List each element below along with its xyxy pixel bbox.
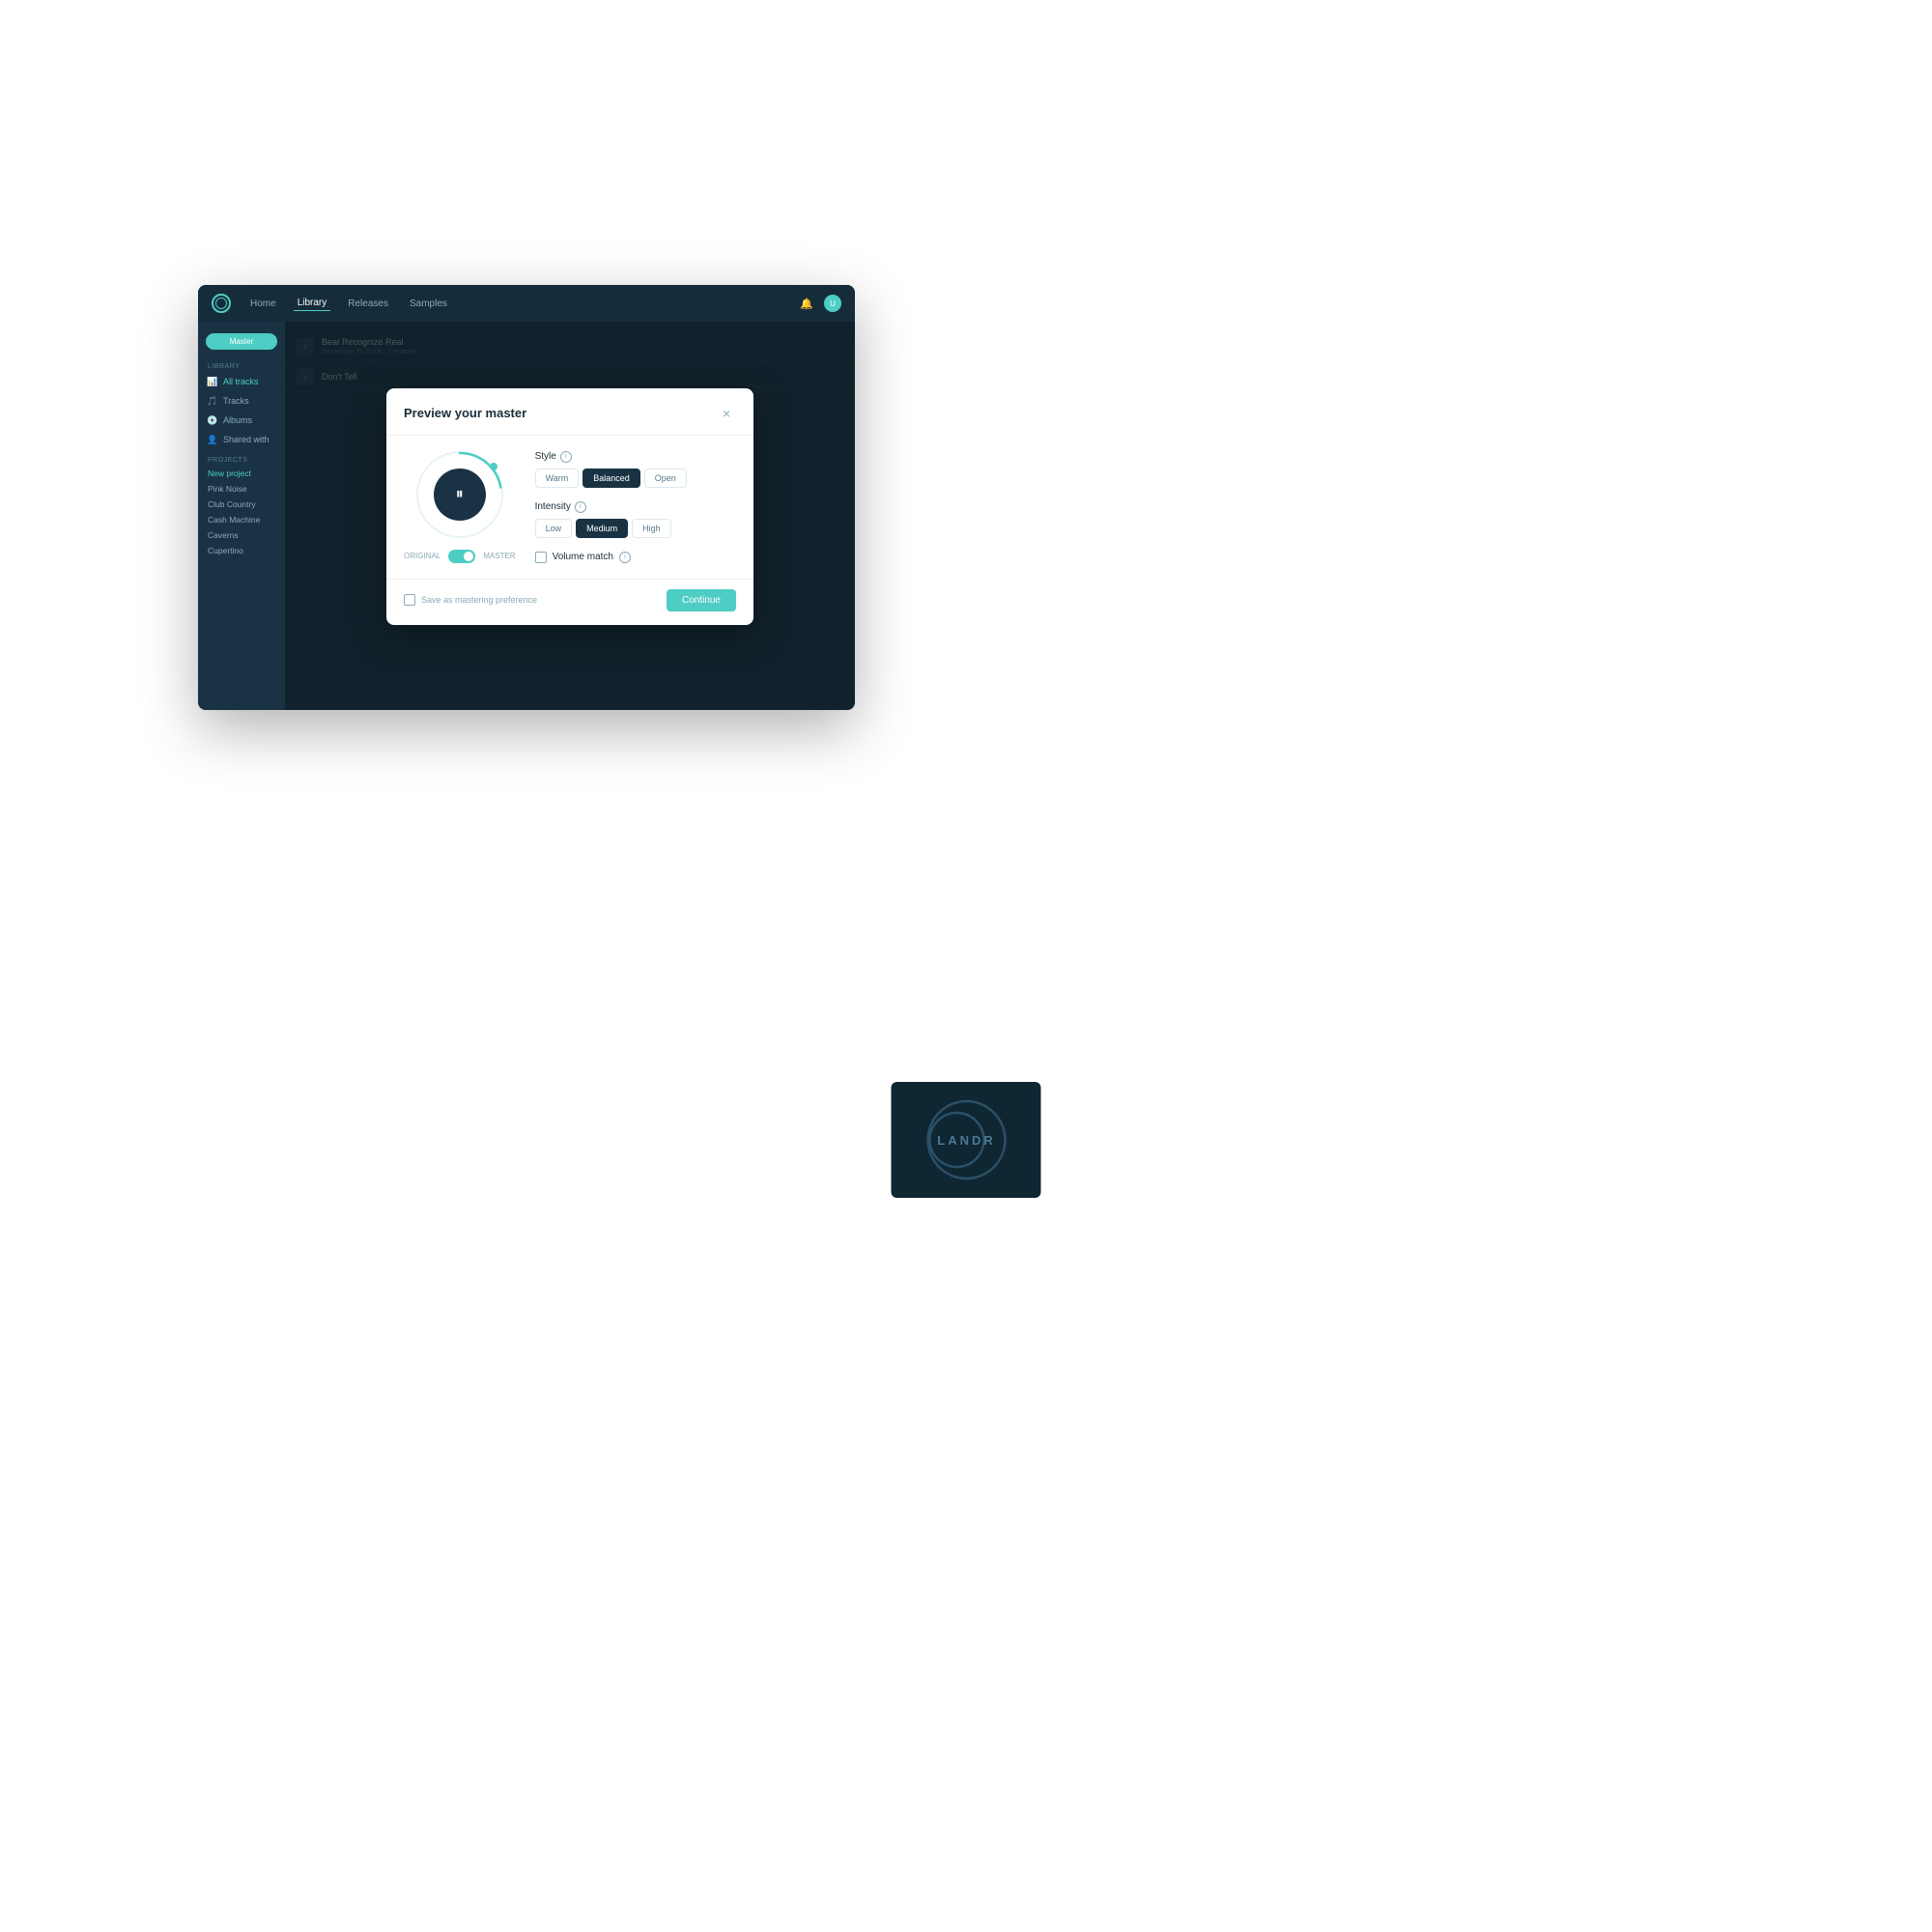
modal-close-button[interactable]: × bbox=[717, 404, 736, 423]
sidebar-project-cupertino[interactable]: Cupertino bbox=[198, 543, 285, 558]
all-tracks-icon: 📊 bbox=[208, 377, 217, 386]
style-label: Style i bbox=[535, 451, 736, 463]
style-balanced-button[interactable]: Balanced bbox=[582, 469, 640, 488]
nav-bar: Home Library Releases Samples 🔔 U bbox=[198, 285, 855, 322]
sidebar-project-club-country[interactable]: Club Country bbox=[198, 497, 285, 512]
intensity-label: Intensity i bbox=[535, 501, 736, 513]
style-control-group: Style i Warm Balanced Open bbox=[535, 451, 736, 488]
intensity-control-group: Intensity i Low Medium High bbox=[535, 501, 736, 538]
volume-match-info-icon[interactable]: i bbox=[619, 552, 631, 563]
modal-header: Preview your master × bbox=[386, 388, 753, 436]
original-label: ORIGINAL bbox=[404, 552, 440, 560]
sidebar-item-shared-with[interactable]: 👤 Shared with bbox=[198, 430, 285, 449]
sidebar-project-pink-noise[interactable]: Pink Noise bbox=[198, 481, 285, 497]
modal-title: Preview your master bbox=[404, 406, 526, 420]
landr-svg: LANDR bbox=[913, 1096, 1019, 1183]
save-pref-checkbox[interactable] bbox=[404, 594, 415, 606]
sidebar-item-tracks-label: Tracks bbox=[223, 396, 249, 406]
svg-text:LANDR: LANDR bbox=[937, 1133, 996, 1148]
landr-logo-box: LANDR bbox=[892, 1082, 1041, 1198]
player-progress-dot bbox=[490, 463, 497, 470]
sidebar-project-cash-machine[interactable]: Cash Machine bbox=[198, 512, 285, 527]
volume-match-checkbox[interactable] bbox=[535, 552, 547, 563]
volume-match-row: Volume match i bbox=[535, 552, 736, 563]
player-pause-button[interactable]: ⏸ bbox=[434, 469, 486, 521]
preview-modal: Preview your master × bbox=[386, 388, 753, 625]
shared-icon: 👤 bbox=[208, 435, 217, 444]
continue-button[interactable]: Continue bbox=[667, 589, 736, 611]
user-avatar[interactable]: U bbox=[824, 295, 841, 312]
sidebar-item-shared-label: Shared with bbox=[223, 435, 270, 444]
nav-releases[interactable]: Releases bbox=[344, 297, 392, 311]
toggle-thumb bbox=[464, 552, 473, 561]
pause-icon: ⏸ bbox=[456, 486, 464, 503]
controls-section: Style i Warm Balanced Open bbox=[535, 451, 736, 563]
original-master-toggle[interactable] bbox=[448, 550, 475, 563]
sidebar: Master LIBRARY 📊 All tracks 🎵 Tracks 💿 A… bbox=[198, 322, 285, 710]
landr-logo: LANDR bbox=[913, 1096, 1019, 1183]
albums-icon: 💿 bbox=[208, 415, 217, 425]
master-button[interactable]: Master bbox=[206, 333, 277, 350]
nav-library[interactable]: Library bbox=[294, 296, 331, 311]
sidebar-item-all-tracks-label: All tracks bbox=[223, 377, 259, 386]
sidebar-item-tracks[interactable]: 🎵 Tracks bbox=[198, 391, 285, 411]
nav-home[interactable]: Home bbox=[246, 297, 280, 311]
intensity-high-button[interactable]: High bbox=[632, 519, 671, 538]
intensity-low-button[interactable]: Low bbox=[535, 519, 573, 538]
sidebar-item-albums-label: Albums bbox=[223, 415, 252, 425]
style-info-icon[interactable]: i bbox=[560, 451, 572, 463]
sidebar-project-caverns[interactable]: Caverns bbox=[198, 527, 285, 543]
intensity-medium-button[interactable]: Medium bbox=[576, 519, 628, 538]
master-label: MASTER bbox=[483, 552, 515, 560]
app-window: Home Library Releases Samples 🔔 U Master… bbox=[198, 285, 855, 710]
modal-overlay: Preview your master × bbox=[285, 322, 855, 710]
library-section-label: LIBRARY bbox=[198, 357, 285, 372]
save-preference-row: Save as mastering preference bbox=[404, 594, 537, 606]
nav-samples[interactable]: Samples bbox=[406, 297, 451, 311]
style-open-button[interactable]: Open bbox=[644, 469, 687, 488]
save-pref-label: Save as mastering preference bbox=[421, 595, 537, 605]
nav-links: Home Library Releases Samples bbox=[246, 296, 451, 311]
projects-section-label: PROJECTS bbox=[198, 449, 285, 466]
player-section: ⏸ ORIGINAL MASTER bbox=[404, 451, 516, 563]
volume-match-label: Volume match bbox=[553, 552, 613, 562]
nav-icons: 🔔 U bbox=[799, 295, 841, 312]
landr-logo-icon bbox=[212, 294, 231, 313]
player-circle: ⏸ bbox=[416, 451, 503, 538]
style-warm-button[interactable]: Warm bbox=[535, 469, 580, 488]
intensity-info-icon[interactable]: i bbox=[575, 501, 586, 513]
style-button-group: Warm Balanced Open bbox=[535, 469, 736, 488]
app-body: Master LIBRARY 📊 All tracks 🎵 Tracks 💿 A… bbox=[198, 322, 855, 710]
sidebar-project-new[interactable]: New project bbox=[198, 466, 285, 481]
player-labels: ORIGINAL MASTER bbox=[404, 550, 516, 563]
modal-body: ⏸ ORIGINAL MASTER bbox=[386, 436, 753, 579]
bell-icon[interactable]: 🔔 bbox=[799, 296, 814, 311]
tracks-icon: 🎵 bbox=[208, 396, 217, 406]
sidebar-item-albums[interactable]: 💿 Albums bbox=[198, 411, 285, 430]
main-content: ♪ Beat Recognize Real December 5, 2018 ·… bbox=[285, 322, 855, 710]
modal-footer: Save as mastering preference Continue bbox=[386, 579, 753, 625]
sidebar-item-all-tracks[interactable]: 📊 All tracks bbox=[198, 372, 285, 391]
intensity-button-group: Low Medium High bbox=[535, 519, 736, 538]
